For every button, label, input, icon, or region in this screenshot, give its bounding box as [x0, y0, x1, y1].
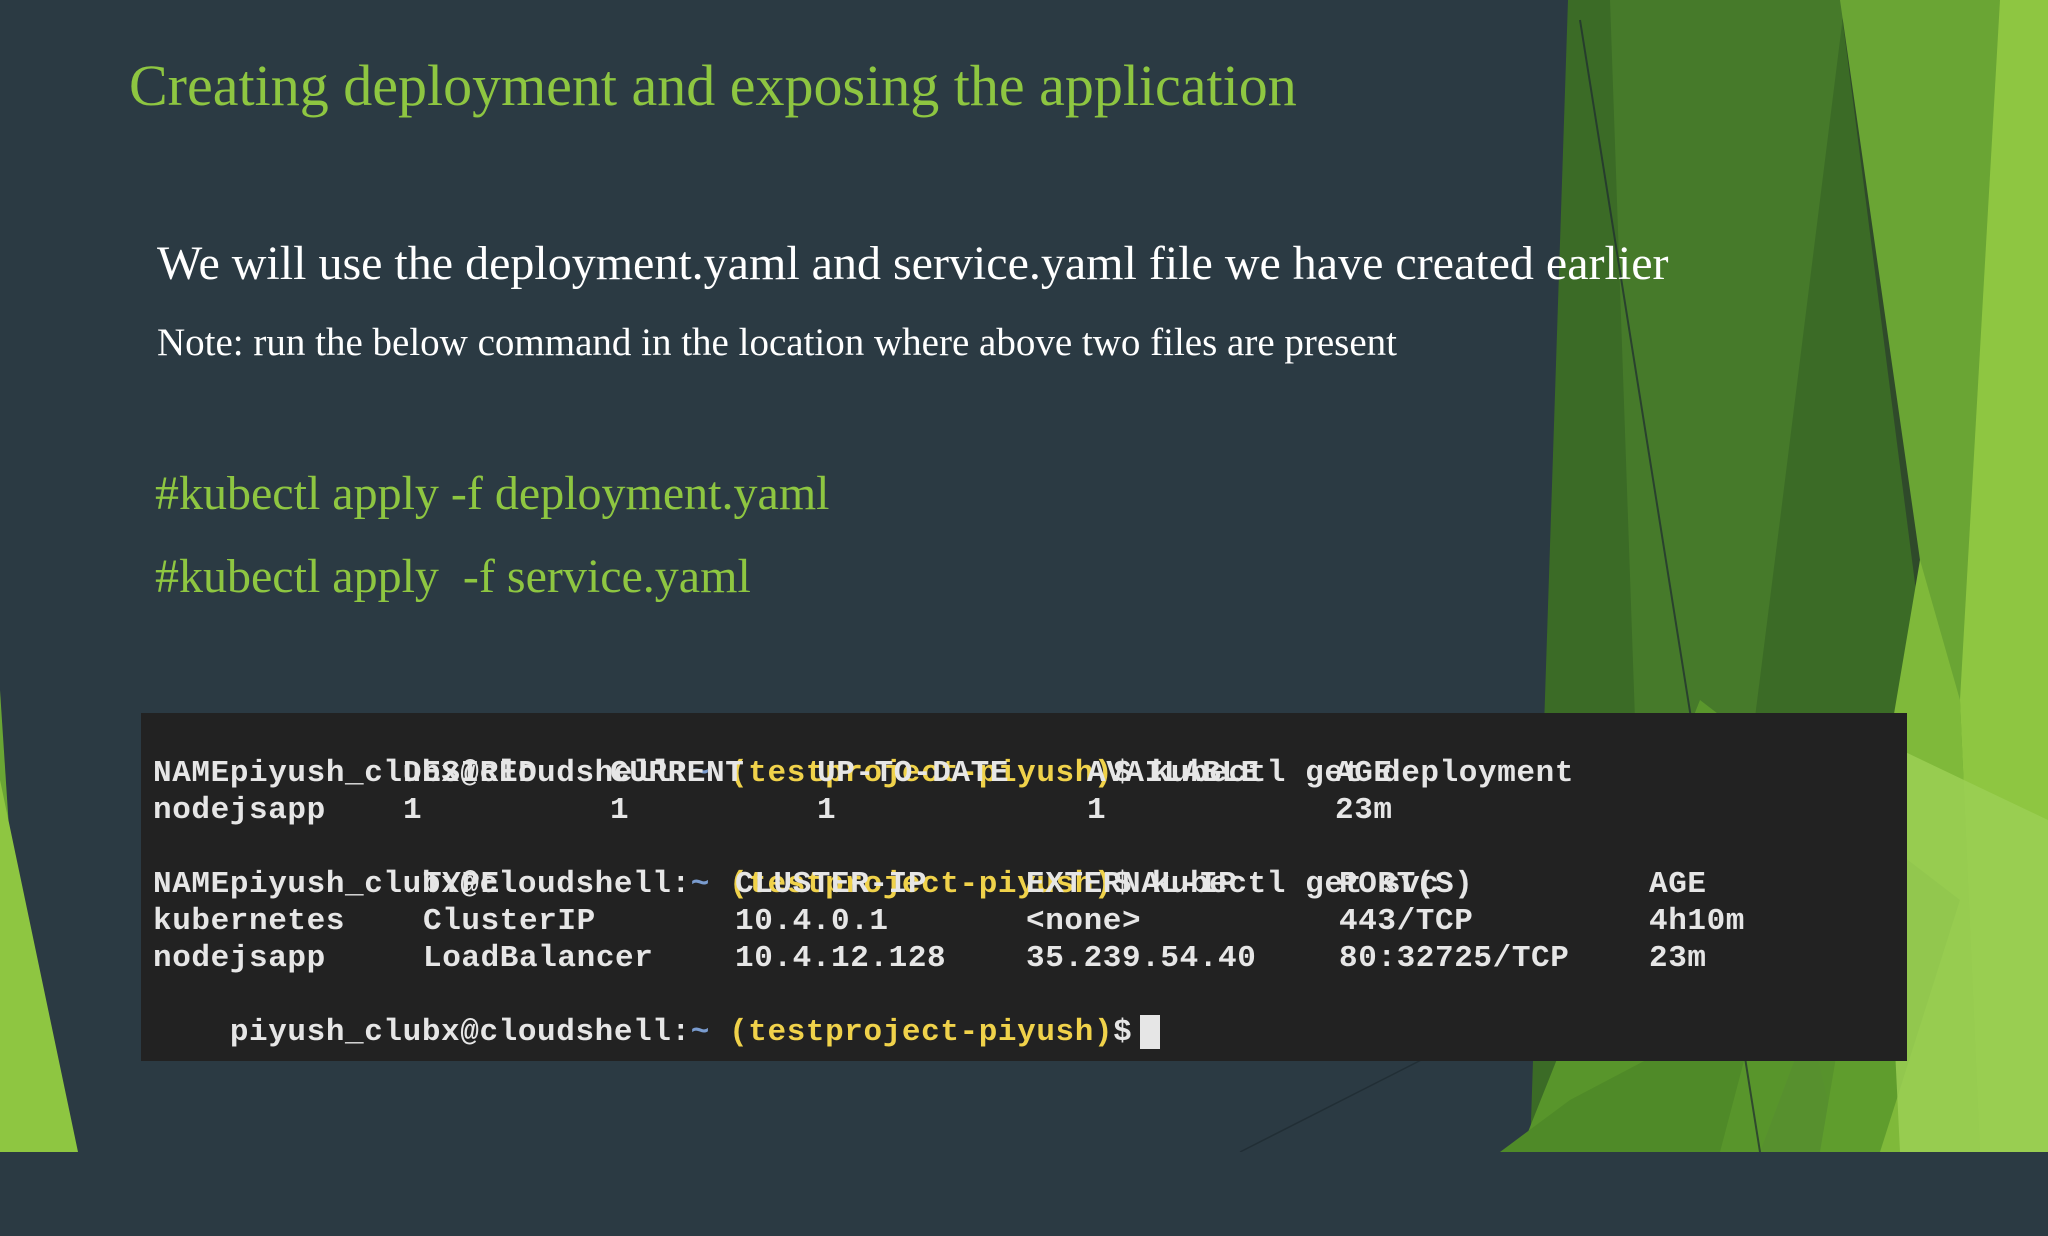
note-text: Note: run the below command in the locat…	[157, 321, 1398, 364]
table-cell: nodejsapp	[153, 793, 326, 828]
table-cell: 35.239.54.40	[1026, 941, 1257, 976]
table-cell: 1	[610, 793, 630, 828]
column-header: CLUSTER-IP	[735, 867, 928, 902]
table-cell: 4h10m	[1649, 904, 1746, 939]
slide-title: Creating deployment and exposing the app…	[129, 53, 1297, 118]
table-cell: 443/TCP	[1339, 904, 1474, 939]
prompt-project: (testproject-piyush)	[729, 1015, 1114, 1050]
table-cell: 10.4.12.128	[735, 941, 947, 976]
terminal-cursor	[1140, 1014, 1161, 1049]
table-cell: 1	[403, 793, 423, 828]
column-header: NAME	[153, 756, 230, 791]
terminal-screenshot: piyush_clubx@cloudshell:~ (testproject-p…	[141, 713, 1907, 1061]
table-cell: nodejsapp	[153, 941, 326, 976]
table-cell: 23m	[1649, 941, 1707, 976]
table-cell: 80:32725/TCP	[1339, 941, 1570, 976]
terminal-prompt-line: piyush_clubx@cloudshell:~ (testproject-p…	[153, 977, 1161, 1050]
table-row: kubernetes ClusterIP 10.4.0.1 <none> 443…	[153, 903, 1853, 940]
column-header: CURRENT	[610, 756, 745, 791]
table-cell: kubernetes	[153, 904, 346, 939]
table-cell: <none>	[1026, 904, 1142, 939]
table-cell: LoadBalancer	[423, 941, 654, 976]
column-header: DESIRED	[403, 756, 538, 791]
table-cell: 1	[817, 793, 837, 828]
column-header: TYPE	[423, 867, 500, 902]
column-header: AGE	[1335, 756, 1393, 791]
command-apply-service: #kubectl apply -f service.yaml	[155, 550, 751, 603]
terminal-prompt-line: piyush_clubx@cloudshell:~ (testproject-p…	[153, 829, 1440, 902]
table-cell: 1	[1087, 793, 1107, 828]
prompt-dollar: $	[1113, 1015, 1133, 1050]
prompt-tilde: ~	[690, 1015, 710, 1050]
table-cell: 10.4.0.1	[735, 904, 889, 939]
column-header: AGE	[1649, 867, 1707, 902]
column-header: UP-TO-DATE	[817, 756, 1010, 791]
column-header: PORT(S)	[1339, 867, 1474, 902]
table-row: nodejsapp 1 1 1 1 23m	[153, 792, 1853, 829]
column-header: EXTERNAL-IP	[1026, 867, 1238, 902]
terminal-prompt-line: piyush_clubx@cloudshell:~ (testproject-p…	[153, 718, 1574, 791]
column-header: AVAILABLE	[1087, 756, 1260, 791]
prompt-user: piyush_clubx@cloudshell:	[229, 1015, 691, 1050]
table-row: nodejsapp LoadBalancer 10.4.12.128 35.23…	[153, 940, 1853, 977]
svc-table-header: NAME TYPE CLUSTER-IP EXTERNAL-IP PORT(S)…	[153, 866, 1853, 903]
deployment-table-header: NAME DESIRED CURRENT UP-TO-DATE AVAILABL…	[153, 755, 1853, 792]
intro-text: We will use the deployment.yaml and serv…	[157, 237, 1669, 290]
column-header: NAME	[153, 867, 230, 902]
table-cell: 23m	[1335, 793, 1393, 828]
table-cell: ClusterIP	[423, 904, 596, 939]
command-apply-deployment: #kubectl apply -f deployment.yaml	[155, 467, 830, 520]
